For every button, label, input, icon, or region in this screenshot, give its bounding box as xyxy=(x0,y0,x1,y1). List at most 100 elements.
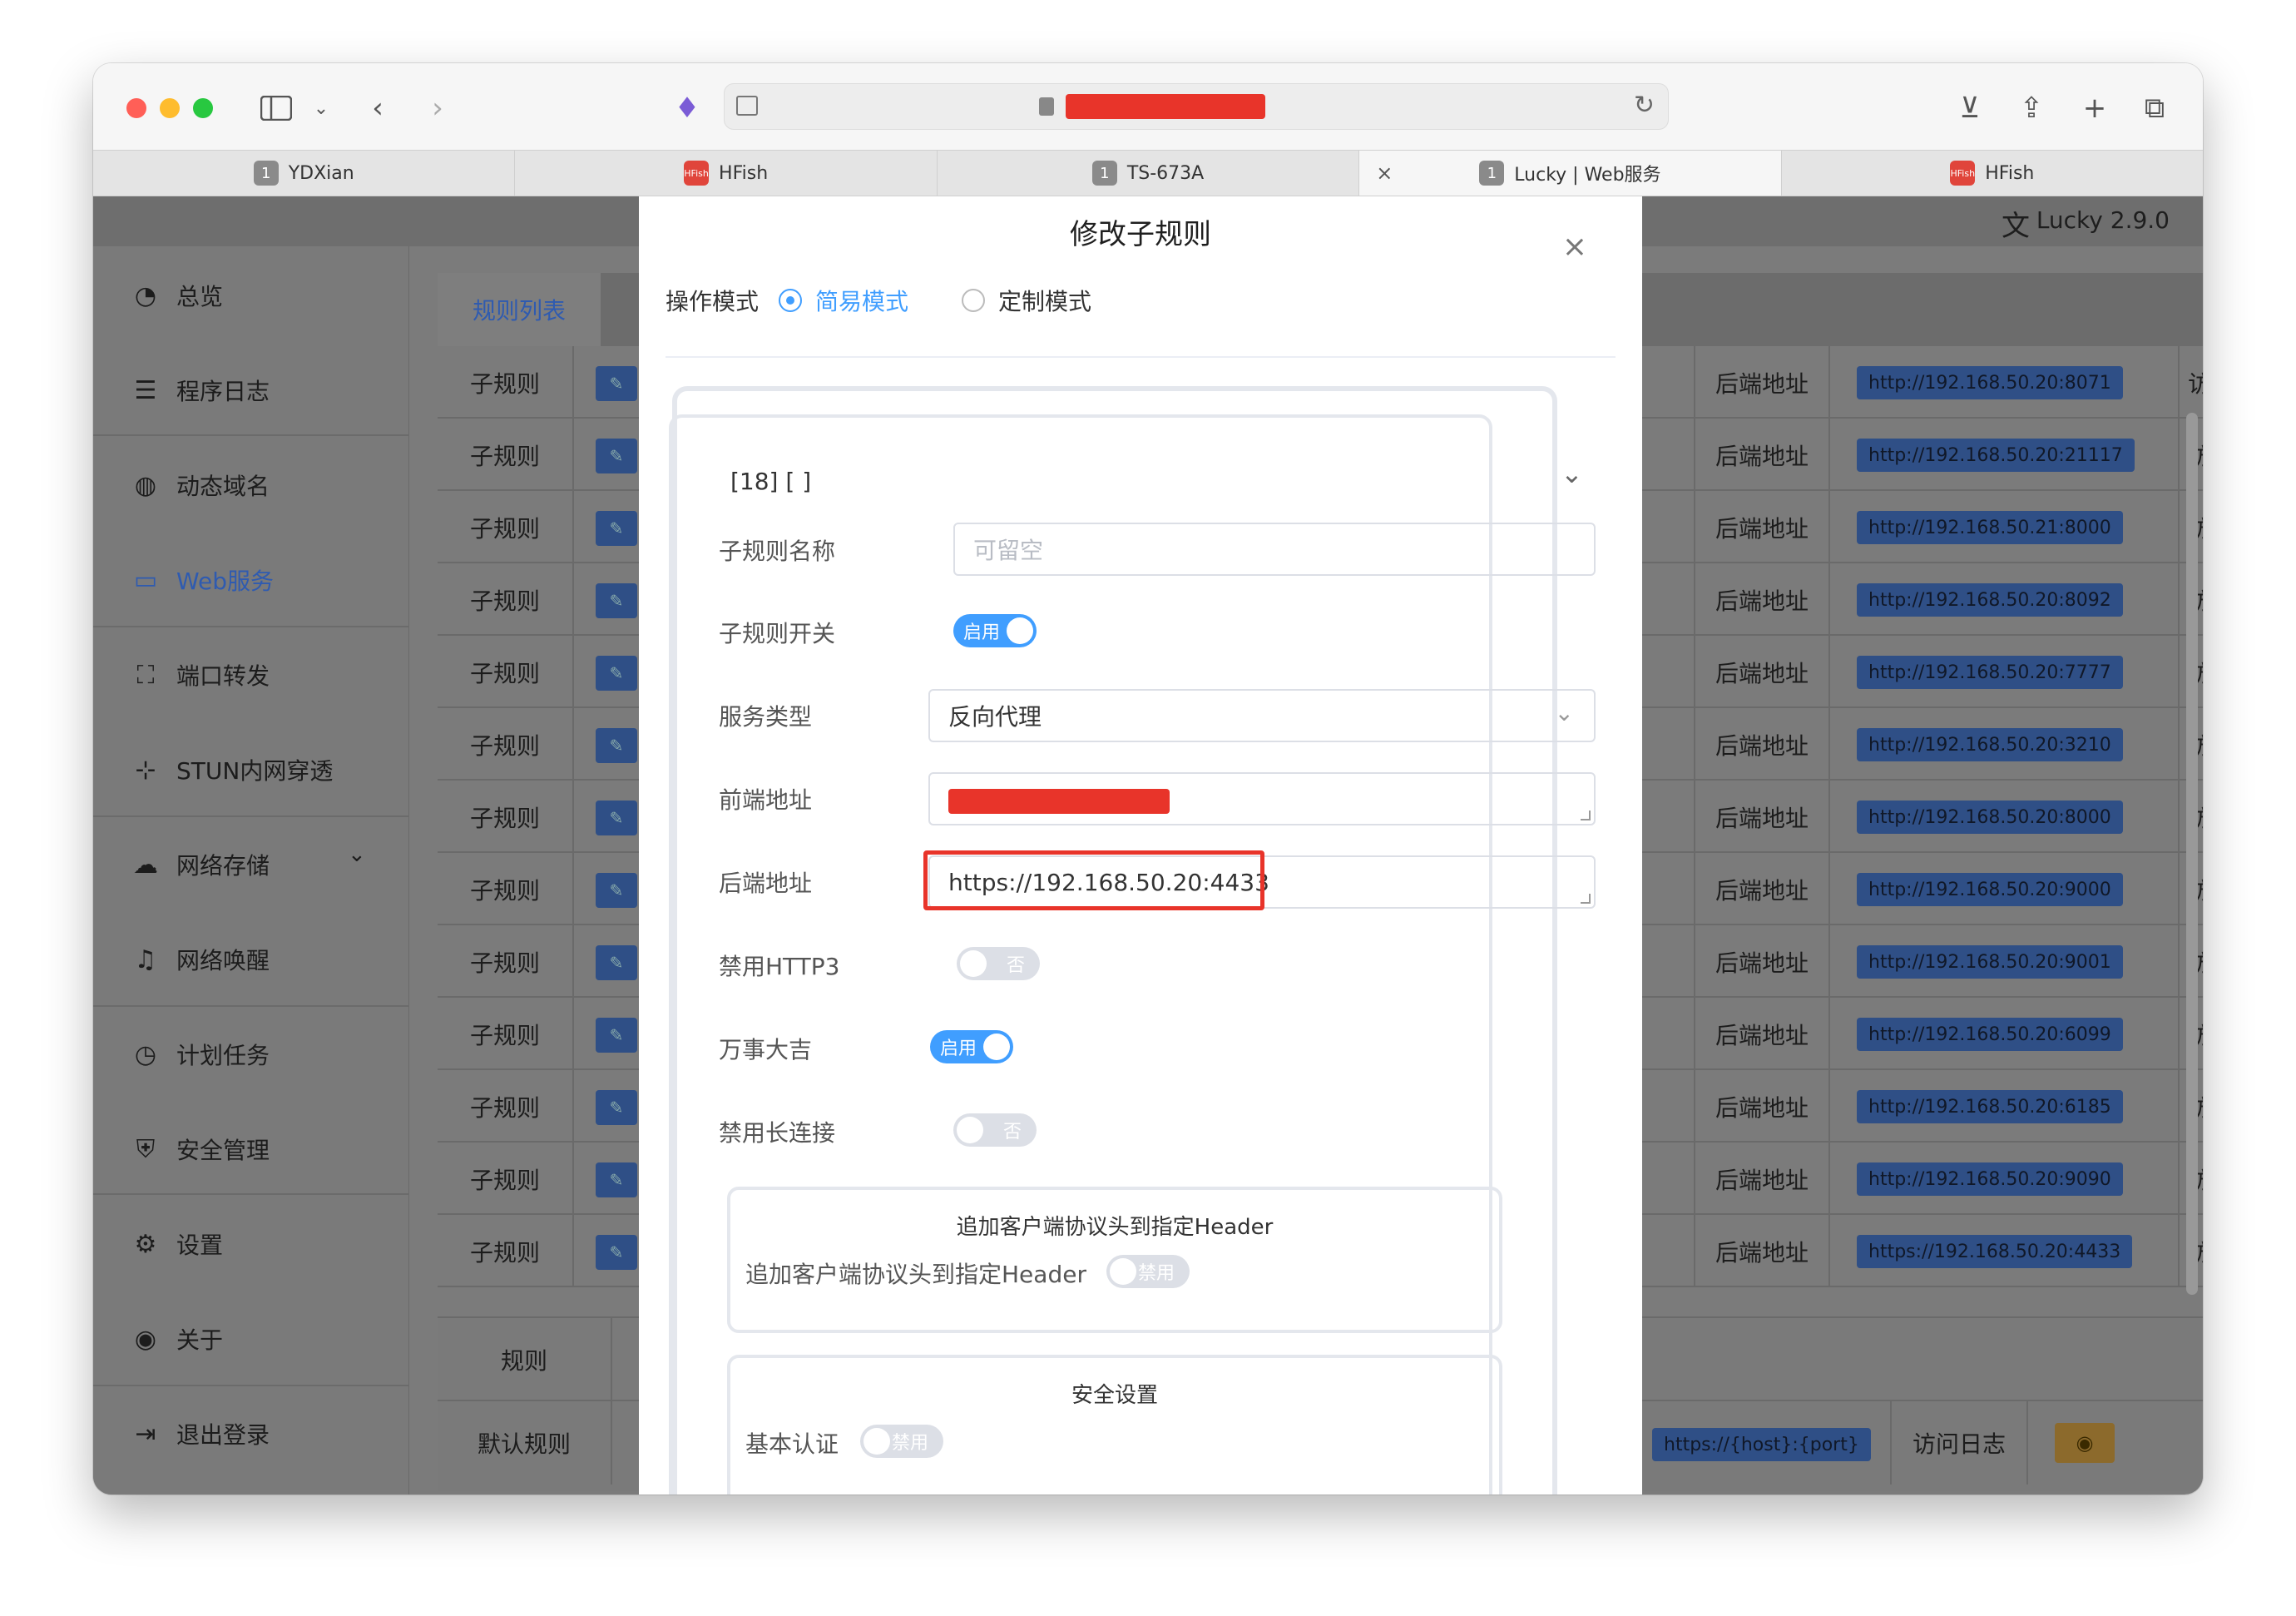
eye-icon[interactable]: ◉ xyxy=(2055,1423,2115,1463)
backend-address-chip: http://192.168.50.20:8000 xyxy=(1857,801,2123,834)
subrule-name-cell: 子规则 xyxy=(438,1070,574,1143)
translate-icon[interactable]: 文 xyxy=(2002,203,2030,244)
edit-icon[interactable]: ✎ xyxy=(596,801,637,835)
reload-icon[interactable]: ↻ xyxy=(1634,91,1655,120)
tab-label: HFish xyxy=(719,162,769,184)
zoom-window-button[interactable] xyxy=(193,98,213,118)
basic-auth-toggle[interactable]: 禁用 xyxy=(860,1425,943,1458)
subrule-name-input[interactable]: 可留空 xyxy=(953,523,1596,576)
subrule-name-cell: 子规则 xyxy=(438,998,574,1070)
subrule-enabled-toggle[interactable]: 启用 xyxy=(953,614,1037,647)
back-icon[interactable]: ‹ xyxy=(361,88,394,128)
disable-keepalive-toggle[interactable]: 否 xyxy=(953,1113,1037,1147)
redacted-url xyxy=(1066,94,1265,119)
access-cell[interactable]: 访 xyxy=(2178,346,2203,419)
sidebar-item[interactable]: ☁ 网络存储 ⌄ xyxy=(93,817,409,912)
sidebar-item[interactable]: ⊹ STUN内网穿透 xyxy=(93,722,409,817)
resize-handle[interactable] xyxy=(1581,894,1591,904)
sidebar-item[interactable]: ◉ 关于 xyxy=(93,1291,409,1386)
backend-label-cell: 后端地址 xyxy=(1694,781,1830,853)
header-forward-label: 追加客户端协议头到指定Header xyxy=(745,1261,1086,1288)
browser-tab-ts673a[interactable]: 1 TS-673A xyxy=(938,151,1360,196)
sidebar-item[interactable]: ⛨ 安全管理 xyxy=(93,1102,409,1197)
page-menu-icon[interactable] xyxy=(736,96,758,116)
browser-tab-ydxian[interactable]: 1 YDXian xyxy=(93,151,516,196)
radio-simple-mode-label[interactable]: 简易模式 xyxy=(815,284,908,317)
sidebar-item[interactable]: ⚙ 设置 xyxy=(93,1197,409,1291)
download-icon[interactable]: ⊻ xyxy=(1952,88,1988,128)
edit-icon[interactable]: ✎ xyxy=(596,656,637,691)
sidebar-item[interactable]: ◷ 计划任务 xyxy=(93,1007,409,1102)
edit-icon[interactable]: ✎ xyxy=(596,728,637,763)
edit-icon[interactable]: ✎ xyxy=(596,1162,637,1197)
edit-icon[interactable]: ✎ xyxy=(596,583,637,618)
sidebar-item-label: 端口转发 xyxy=(176,662,270,690)
sidebar-item-label: STUN内网穿透 xyxy=(176,757,334,785)
forward-icon[interactable]: › xyxy=(421,88,454,128)
sidebar-item[interactable]: ⇥ 退出登录 xyxy=(93,1386,409,1481)
backend-address-chip: http://192.168.50.20:9001 xyxy=(1857,945,2123,979)
rule-label: 规则 xyxy=(438,1318,612,1401)
close-window-button[interactable] xyxy=(126,98,146,118)
edit-icon[interactable]: ✎ xyxy=(596,439,637,473)
subrule-name-cell: 子规则 xyxy=(438,853,574,925)
tab-rule-list[interactable]: 规则列表 xyxy=(438,273,601,346)
sidebar-item[interactable]: ▭ Web服务 xyxy=(93,533,409,627)
sidebar-item[interactable]: ♫ 网络唤醒 xyxy=(93,912,409,1007)
minimize-window-button[interactable] xyxy=(160,98,180,118)
edit-icon[interactable]: ✎ xyxy=(596,1235,637,1270)
edit-icon[interactable]: ✎ xyxy=(596,366,637,401)
chevron-down-icon[interactable]: ⌄ xyxy=(1561,458,1583,489)
backend-address-chip: http://192.168.50.20:8092 xyxy=(1857,583,2123,617)
disable-http3-toggle[interactable]: 否 xyxy=(957,947,1040,980)
header-forward-toggle[interactable]: 禁用 xyxy=(1106,1255,1190,1288)
radio-custom-mode-label[interactable]: 定制模式 xyxy=(998,284,1091,317)
browser-tab-lucky[interactable]: × 1 Lucky | Web服务 xyxy=(1359,151,1782,196)
sidebar-item-label: 退出登录 xyxy=(176,1421,270,1449)
backend-label-cell: 后端地址 xyxy=(1694,925,1830,998)
browser-tab-hfish-2[interactable]: HFish HFish xyxy=(1782,151,2203,196)
logout-icon: ⇥ xyxy=(135,1419,156,1449)
frontend-address-input[interactable] xyxy=(928,772,1596,825)
edit-icon[interactable]: ✎ xyxy=(596,873,637,908)
browser-tab-hfish[interactable]: HFish HFish xyxy=(515,151,938,196)
divider xyxy=(666,356,1616,358)
resize-handle[interactable] xyxy=(1581,810,1591,820)
subrule-switch-label: 子规则开关 xyxy=(719,620,836,647)
tab-favicon: 1 xyxy=(1479,161,1505,186)
close-icon[interactable]: × xyxy=(1562,230,1587,264)
access-log-button[interactable]: 访问日志 xyxy=(1890,1401,2028,1485)
sidebar-toggle-icon[interactable] xyxy=(256,88,296,128)
edit-icon[interactable]: ✎ xyxy=(596,945,637,980)
extension-icon[interactable]: ♦ xyxy=(670,88,704,128)
collapse-title[interactable]: [18] [ ] xyxy=(730,468,811,495)
sidebar-item[interactable]: ☰ 程序日志 xyxy=(93,343,409,438)
address-bar[interactable]: ↻ xyxy=(724,83,1669,130)
tab-label: HFish xyxy=(1985,162,2035,184)
log-icon: ☰ xyxy=(134,375,157,405)
browser-titlebar: ⌄ ‹ › ♦ ↻ ⊻ ⇪ + ⧉ xyxy=(93,63,2203,150)
subrule-name-cell: 子规则 xyxy=(438,781,574,853)
service-type-value: 反向代理 xyxy=(948,703,1042,731)
share-icon[interactable]: ⇪ xyxy=(2013,88,2050,128)
lucky-toggle[interactable]: 启用 xyxy=(930,1030,1013,1063)
clock-icon: ◷ xyxy=(134,1039,157,1069)
chevron-down-icon[interactable]: ⌄ xyxy=(309,88,333,128)
backend-address-chip: http://192.168.50.20:6099 xyxy=(1857,1018,2123,1051)
sidebar-item[interactable]: ◔ 总览 xyxy=(93,248,409,343)
new-tab-icon[interactable]: + xyxy=(2076,88,2113,128)
close-tab-icon[interactable]: × xyxy=(1376,161,1393,185)
sidebar-item[interactable]: ◍ 动态域名 xyxy=(93,438,409,533)
page-scrollbar[interactable] xyxy=(2186,413,2198,1295)
edit-icon[interactable]: ✎ xyxy=(596,1090,637,1125)
disable-keepalive-label: 禁用长连接 xyxy=(719,1119,836,1147)
radio-custom-mode[interactable] xyxy=(962,289,986,312)
service-type-select[interactable]: 反向代理 ⌄ xyxy=(928,689,1596,742)
edit-icon[interactable]: ✎ xyxy=(596,1018,637,1053)
sidebar-item[interactable]: ⛶ 端口转发 xyxy=(93,627,409,722)
host-port-chip: https://{host}:{port} xyxy=(1652,1428,1871,1461)
radio-simple-mode[interactable] xyxy=(779,289,803,312)
edit-icon[interactable]: ✎ xyxy=(596,511,637,546)
sidebar-item-label: 计划任务 xyxy=(176,1042,270,1069)
tab-overview-icon[interactable]: ⧉ xyxy=(2136,88,2173,128)
